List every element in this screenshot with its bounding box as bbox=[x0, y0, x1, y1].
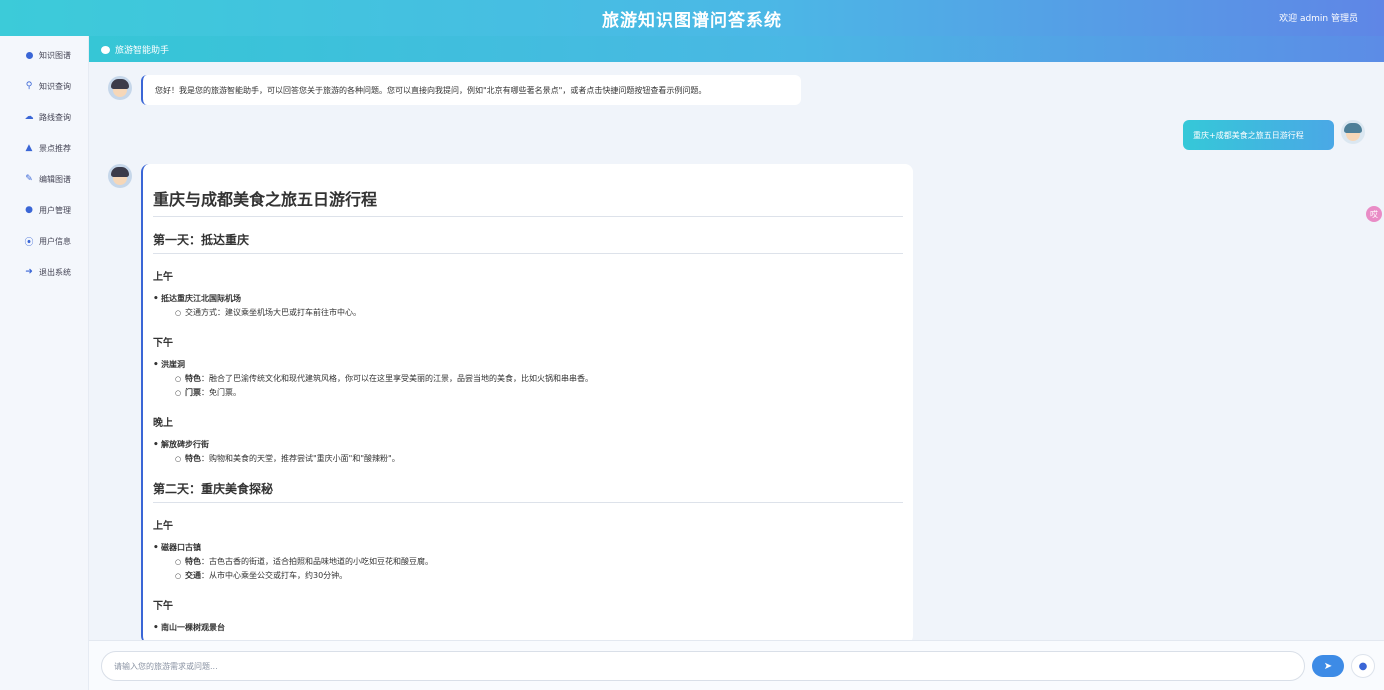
quick-question-button[interactable]: ● bbox=[1351, 654, 1375, 678]
list-item: 磁器口古镇 bbox=[153, 541, 903, 555]
input-bar: ➤ ● bbox=[89, 640, 1384, 690]
list-item: 交通方式：建议乘坐机场大巴或打车前往市中心。 bbox=[153, 306, 903, 320]
user-info-icon: ⦿ bbox=[24, 237, 34, 248]
assistant-answer-message: 重庆与成都美食之旅五日游行程 第一天：抵达重庆 上午 抵达重庆江北国际机场 交通… bbox=[141, 164, 913, 640]
list-item: 抵达重庆江北国际机场 bbox=[153, 292, 903, 306]
day1-heading: 第一天：抵达重庆 bbox=[153, 231, 903, 254]
sidebar-item-knowledge-graph[interactable]: 知识图谱 bbox=[24, 47, 71, 63]
sidebar-item-knowledge-query[interactable]: ⚲ 知识查询 bbox=[24, 78, 71, 94]
list-item: 特色：购物和美食的天堂，推荐尝试"重庆小面"和"酸辣粉"。 bbox=[153, 452, 903, 466]
sidebar-item-label: 知识图谱 bbox=[39, 50, 71, 60]
list-item: 门票：免门票。 bbox=[153, 386, 903, 400]
day1-evening-heading: 晚上 bbox=[153, 418, 173, 429]
paper-plane-icon: ➤ bbox=[1323, 660, 1333, 672]
chat-bubble-icon bbox=[101, 45, 110, 54]
day1-evening-list: 解放碑步行街 特色：购物和美食的天堂，推荐尝试"重庆小面"和"酸辣粉"。 bbox=[153, 438, 903, 466]
day1-morning-list: 抵达重庆江北国际机场 交通方式：建议乘坐机场大巴或打车前往市中心。 bbox=[153, 292, 903, 320]
day2-afternoon-list: 南山一棵树观景台 bbox=[153, 621, 903, 635]
day2-afternoon-heading: 下午 bbox=[153, 601, 173, 612]
logout-icon: ➜ bbox=[25, 267, 33, 277]
sidebar-item-logout[interactable]: ➜ 退出系统 bbox=[24, 264, 71, 280]
day1-morning-heading: 上午 bbox=[153, 272, 173, 283]
chat-header-label: 旅游智能助手 bbox=[115, 46, 170, 56]
sidebar-item-label: 编辑图谱 bbox=[39, 174, 71, 184]
day2-morning-list: 磁器口古镇 特色：古色古香的街道，适合拍照和品味地道的小吃如豆花和酸豆腐。 交通… bbox=[153, 541, 903, 583]
chat-input[interactable] bbox=[101, 651, 1305, 681]
user-message: 重庆+成都美食之旅五日游行程 bbox=[1183, 120, 1334, 150]
sidebar-item-route-query[interactable]: ☁ 路线查询 bbox=[24, 109, 72, 125]
chat-area[interactable]: 您好！我是您的旅游智能助手，可以回答您关于旅游的各种问题。您可以直接向我提问，例… bbox=[89, 62, 1384, 640]
sidebar-item-label: 知识查询 bbox=[39, 81, 71, 91]
route-icon: ☁ bbox=[24, 112, 34, 122]
assistant-greeting-message: 您好！我是您的旅游智能助手，可以回答您关于旅游的各种问题。您可以直接向我提问，例… bbox=[141, 75, 801, 105]
user-avatar bbox=[1341, 120, 1365, 144]
day1-afternoon-heading: 下午 bbox=[153, 338, 173, 349]
sidebar-item-spot-recommend[interactable]: ▲ 景点推荐 bbox=[24, 140, 71, 156]
list-item: 特色：融合了巴渝传统文化和现代建筑风格，你可以在这里享受美丽的江景，品尝当地的美… bbox=[153, 372, 903, 386]
sidebar-item-user-management[interactable]: ● 用户管理 bbox=[24, 202, 71, 218]
edit-icon: ✎ bbox=[25, 174, 33, 184]
list-item: 交通：从市中心乘坐公交或打车，约30分钟。 bbox=[153, 569, 903, 583]
sidebar-item-label: 退出系统 bbox=[39, 267, 71, 277]
list-item: 南山一棵树观景台 bbox=[153, 621, 903, 635]
answer-title: 重庆与成都美食之旅五日游行程 bbox=[153, 186, 903, 217]
send-button[interactable]: ➤ bbox=[1312, 655, 1344, 677]
list-item: 解放碑步行街 bbox=[153, 438, 903, 452]
assistant-avatar bbox=[108, 164, 132, 188]
sidebar-item-label: 用户管理 bbox=[39, 205, 71, 215]
top-header: 旅游知识图谱问答系统 欢迎 admin 管理员 bbox=[0, 0, 1384, 36]
list-item: 特色：古色古香的街道，适合拍照和品味地道的小吃如豆花和酸豆腐。 bbox=[153, 555, 903, 569]
lightbulb-icon: ● bbox=[1358, 660, 1368, 672]
search-icon: ⚲ bbox=[25, 81, 33, 91]
sidebar-item-label: 路线查询 bbox=[39, 112, 71, 122]
floating-assistant-badge[interactable]: 哎 bbox=[1366, 206, 1382, 222]
thumbs-up-icon: ▲ bbox=[25, 143, 33, 153]
app-title: 旅游知识图谱问答系统 bbox=[602, 11, 782, 31]
day2-heading: 第二天：重庆美食探秘 bbox=[153, 480, 903, 503]
day1-afternoon-list: 洪崖洞 特色：融合了巴渝传统文化和现代建筑风格，你可以在这里享受美丽的江景，品尝… bbox=[153, 358, 903, 400]
circle-icon bbox=[24, 50, 34, 60]
sidebar-item-label: 景点推荐 bbox=[39, 143, 71, 153]
chat-header: 旅游智能助手 bbox=[89, 36, 1384, 62]
sidebar-item-user-info[interactable]: ⦿ 用户信息 bbox=[24, 233, 71, 249]
welcome-text: 欢迎 admin 管理员 bbox=[1279, 14, 1358, 24]
sidebar-item-edit-graph[interactable]: ✎ 编辑图谱 bbox=[24, 171, 71, 187]
sidebar-item-label: 用户信息 bbox=[39, 236, 71, 246]
day2-morning-heading: 上午 bbox=[153, 521, 173, 532]
sidebar: 知识图谱 ⚲ 知识查询 ☁ 路线查询 ▲ 景点推荐 ✎ 编辑图谱 ● 用户管理 … bbox=[0, 36, 89, 690]
assistant-avatar bbox=[108, 76, 132, 100]
users-icon: ● bbox=[25, 205, 33, 215]
list-item: 洪崖洞 bbox=[153, 358, 903, 372]
